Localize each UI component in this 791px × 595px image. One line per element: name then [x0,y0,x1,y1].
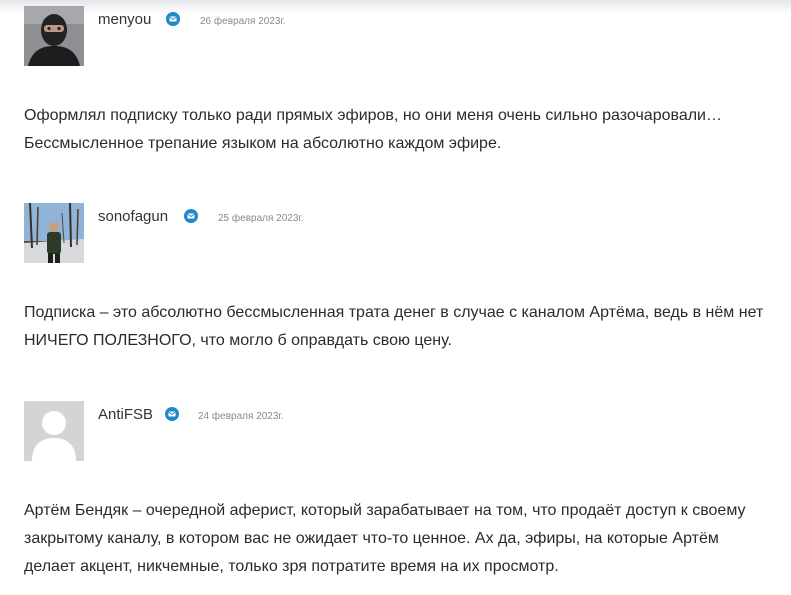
comment-date: 26 февраля 2023г. [200,16,286,27]
comment-text: Оформлял подписку только ради прямых эфи… [24,107,722,152]
mail-icon [166,12,180,26]
comment-text: Подписка – это абсолютно бессмысленная т… [24,304,764,349]
mail-icon [184,209,198,223]
comment-author[interactable]: sonofagun [98,208,168,225]
mail-icon [165,407,179,421]
comment-date: 25 февраля 2023г. [218,213,304,224]
comment-author[interactable]: AntiFSB [98,406,153,423]
avatar[interactable] [24,6,84,66]
comment-author[interactable]: menyou [98,11,151,28]
avatar[interactable] [24,203,84,263]
comment-date: 24 февраля 2023г. [198,411,284,422]
avatar[interactable] [24,401,84,461]
comment-text: Артём Бендяк – очередной аферист, которы… [24,502,746,575]
